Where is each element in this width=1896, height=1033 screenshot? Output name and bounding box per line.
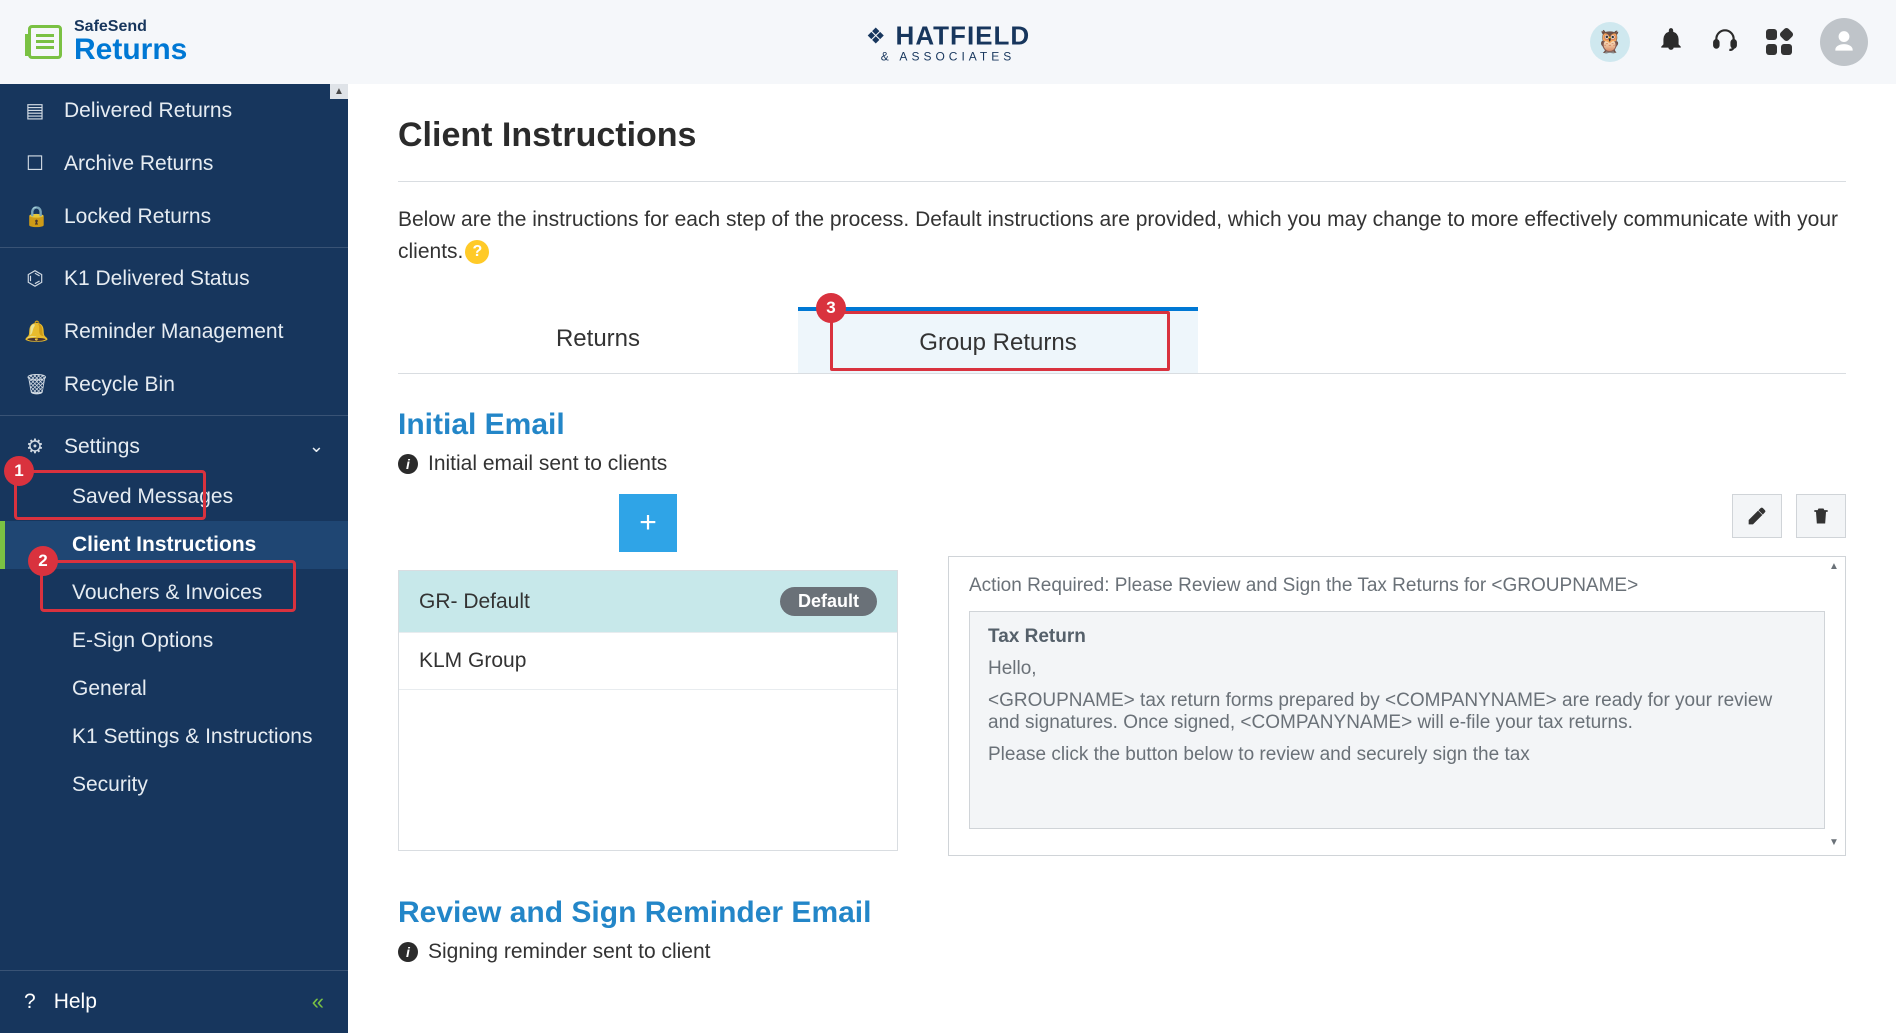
sidebar-item-settings[interactable]: ⚙ Settings ⌄ [0,420,348,473]
preview-body-hello: Hello, [988,658,1806,680]
product-name-big: Returns [74,35,187,65]
sidebar-item-label: Locked Returns [64,205,211,229]
add-template-button[interactable]: + [619,494,677,552]
dashboard-icon: ⌬ [24,266,46,291]
template-list-column: + GR- Default Default KLM Group [398,494,898,851]
trash-icon: 🗑 [24,372,46,397]
page-description: Below are the instructions for each step… [398,204,1846,267]
user-avatar[interactable] [1820,18,1868,66]
edit-template-button[interactable] [1732,494,1782,538]
sidebar-item-label: Archive Returns [64,152,213,176]
sidebar: ▲ ▤ Delivered Returns ☐ Archive Returns … [0,84,348,1033]
template-preview-column: Action Required: Please Review and Sign … [948,494,1846,856]
help-tooltip-icon[interactable]: ? [465,240,489,264]
default-badge: Default [780,587,877,616]
template-preview: Action Required: Please Review and Sign … [948,556,1846,856]
sidebar-item-k1-status[interactable]: ⌬ K1 Delivered Status [0,252,348,305]
page-description-text: Below are the instructions for each step… [398,208,1838,263]
brand-name: HATFIELD [896,21,1031,52]
template-name: GR- Default [419,590,530,614]
callout-box-2 [40,560,296,612]
scroll-up-icon[interactable]: ▲ [1827,561,1841,575]
support-icon[interactable] [1712,26,1738,59]
sidebar-sub-general[interactable]: General [0,665,348,713]
main-content: Client Instructions Below are the instru… [348,84,1896,1033]
tab-group-returns[interactable]: Group Returns [798,307,1198,373]
template-item-gr-default[interactable]: GR- Default Default [399,571,897,633]
apps-icon[interactable] [1766,29,1792,55]
sidebar-item-reminder-management[interactable]: 🔔 Reminder Management [0,305,348,358]
preview-body-heading: Tax Return [988,626,1086,647]
gear-icon: ⚙ [24,434,46,459]
info-icon: i [398,454,418,474]
notifications-icon[interactable] [1658,26,1684,59]
archive-icon: ☐ [24,151,46,176]
callout-box-1 [14,470,206,520]
sidebar-scroll-up-icon[interactable]: ▲ [330,84,348,99]
topbar: SafeSend Returns ❖ HATFIELD & ASSOCIATES… [0,0,1896,84]
sidebar-item-locked-returns[interactable]: 🔒 Locked Returns [0,190,348,243]
collapse-sidebar-icon[interactable]: « [312,989,324,1015]
delete-template-button[interactable] [1796,494,1846,538]
preview-body-p2: Please click the button below to review … [988,744,1806,766]
document-icon: ▤ [24,98,46,123]
product-logo[interactable]: SafeSend Returns [28,19,187,65]
sidebar-item-delivered-returns[interactable]: ▤ Delivered Returns [0,84,348,137]
sidebar-footer: ? Help « [0,970,348,1033]
preview-subject: Action Required: Please Review and Sign … [969,571,1825,611]
template-list: GR- Default Default KLM Group [398,570,898,851]
sidebar-item-label: Delivered Returns [64,99,232,123]
section-initial-email-title: Initial Email [398,408,1846,442]
sidebar-item-label: Recycle Bin [64,373,175,397]
preview-body-p1: <GROUPNAME> tax return forms prepared by… [988,690,1806,734]
chevron-down-icon: ⌄ [309,436,324,457]
brand-subtitle: & ASSOCIATES [866,50,1030,64]
callout-number-1: 1 [4,456,34,486]
sidebar-sub-k1-settings[interactable]: K1 Settings & Instructions [0,713,348,761]
info-icon: i [398,942,418,962]
lock-icon: 🔒 [24,204,46,229]
tab-returns[interactable]: Returns [398,307,798,373]
template-name: KLM Group [419,649,526,673]
section-review-reminder-desc: Signing reminder sent to client [428,940,711,964]
preview-body[interactable]: Tax Return Hello, <GROUPNAME> tax return… [969,611,1825,829]
sidebar-sub-security[interactable]: Security [0,761,348,809]
brand-icon: ❖ [866,23,886,49]
sidebar-item-label: Settings [64,435,140,459]
tabs: Returns Group Returns 3 [398,307,1846,374]
section-review-reminder-title: Review and Sign Reminder Email [398,896,1846,930]
page-title: Client Instructions [398,116,1846,155]
callout-number-2: 2 [28,546,58,576]
section-initial-email-desc: Initial email sent to clients [428,452,667,476]
template-item-klm-group[interactable]: KLM Group [399,633,897,690]
callout-number-3: 3 [816,293,846,323]
tenant-brand: ❖ HATFIELD & ASSOCIATES [866,21,1030,64]
bell-icon: 🔔 [24,319,46,344]
sidebar-item-recycle-bin[interactable]: 🗑 Recycle Bin [0,358,348,411]
sidebar-item-label: K1 Delivered Status [64,267,250,291]
sidebar-item-label: Reminder Management [64,320,283,344]
sidebar-sub-esign[interactable]: E-Sign Options [0,617,348,665]
returns-icon [28,25,62,59]
preview-scrollbar[interactable]: ▲ ▼ [1827,561,1841,851]
scroll-down-icon[interactable]: ▼ [1827,837,1841,851]
assistant-icon[interactable]: 🦉 [1590,22,1630,62]
help-icon: ? [24,990,36,1014]
sidebar-item-archive-returns[interactable]: ☐ Archive Returns [0,137,348,190]
sidebar-help-label[interactable]: Help [54,990,97,1014]
